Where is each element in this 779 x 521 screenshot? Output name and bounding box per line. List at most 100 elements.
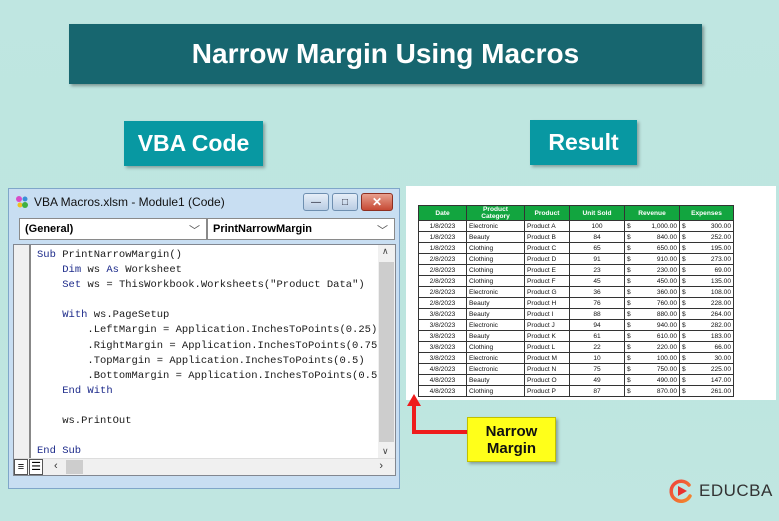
code-token: Worksheet [125,264,182,277]
table-cell: Product E [524,264,570,276]
code-token: .BottomMargin = Application.InchesToPoin… [37,369,384,382]
amount: 108.00 [710,288,731,296]
window-titlebar[interactable]: VBA Macros.xlsm - Module1 (Code) — □ ✕ [9,189,399,215]
scroll-down-icon[interactable]: ∨ [382,446,389,457]
currency-symbol: $ [682,376,686,384]
table-row: 1/8/2023 Beauty Product B 84 $840.00 $252.00 [418,231,734,243]
currency-symbol: $ [627,299,631,307]
table-cell: Clothing [466,264,525,276]
maximize-icon: □ [341,196,349,208]
table-cell: $195.00 [679,242,734,254]
code-line: .TopMargin = Application.InchesToPoints(… [37,354,384,369]
table-cell: 91 [569,253,625,265]
table-row: 1/8/2023 Electronic Product A 100 $1,000.00 $… [418,220,734,232]
table-row: 2/8/2023 Clothing Product D 91 $910.00 $273.0… [418,253,734,265]
amount: 360.00 [656,288,677,296]
procedure-dropdown[interactable]: PrintNarrowMargin ﹀ [207,218,395,240]
table-cell: $300.00 [679,220,734,232]
red-arrow-icon [407,394,467,434]
educba-logo: EDUCBA [668,478,773,504]
currency-symbol: $ [682,233,686,241]
table-cell: 22 [569,341,625,353]
table-cell: $220.00 [624,341,680,353]
table-row: 2/8/2023 Electronic Product G 36 $360.00 $108… [418,286,734,298]
amount: 228.00 [710,299,731,307]
full-module-view-icon[interactable]: ☰ [29,459,43,475]
object-dropdown[interactable]: (General) ﹀ [19,218,207,240]
chevron-down-icon: ﹀ [377,225,388,237]
minimize-button[interactable]: — [303,193,329,211]
table-cell: 2/8/2023 [418,275,467,287]
code-editor[interactable]: Sub PrintNarrowMargin() Dim ws As Worksh… [13,244,396,476]
horizontal-scrollbar[interactable]: ≡ ☰ ‹ › [14,458,395,475]
amount: 230.00 [656,266,677,274]
table-cell: $252.00 [679,231,734,243]
table-row: 3/8/2023 Beauty Product I 88 $880.00 $264.00 [418,308,734,320]
table-cell: $264.00 [679,308,734,320]
vertical-scrollbar[interactable]: ∧ ∨ [378,245,395,459]
table-cell: 3/8/2023 [418,308,467,320]
amount: 870.00 [656,387,677,395]
amount: 66.00 [714,343,731,351]
table-cell: Product O [524,374,570,386]
table-cell: 10 [569,352,625,364]
educba-logo-text: EDUCBA [699,481,773,500]
table-cell: 4/8/2023 [418,363,467,375]
currency-symbol: $ [682,277,686,285]
code-keyword: As [106,264,126,277]
table-cell: $760.00 [624,297,680,309]
table-cell: Product M [524,352,570,364]
scroll-thumb[interactable] [379,262,394,442]
amount: 610.00 [656,332,677,340]
table-cell: Beauty [466,231,525,243]
maximize-button[interactable]: □ [332,193,358,211]
table-cell: 49 [569,374,625,386]
currency-symbol: $ [627,376,631,384]
table-cell: $30.00 [679,352,734,364]
minimize-icon: — [311,196,321,208]
table-cell: Clothing [466,242,525,254]
scroll-left-icon[interactable]: ‹ [54,460,58,472]
close-button[interactable]: ✕ [361,193,393,211]
currency-symbol: $ [682,321,686,329]
amount: 69.00 [714,266,731,274]
table-cell: Clothing [466,253,525,265]
currency-symbol: $ [682,288,686,296]
narrow-margin-callout: Narrow Margin [467,417,556,462]
table-row: 2/8/2023 Clothing Product E 23 $230.00 $69.00 [418,264,734,276]
currency-symbol: $ [627,332,631,340]
table-cell: Clothing [466,341,525,353]
table-cell: 75 [569,363,625,375]
amount: 225.00 [710,365,731,373]
horizontal-scroll-thumb[interactable] [66,460,83,474]
amount: 880.00 [656,310,677,318]
table-cell: Product D [524,253,570,265]
close-icon: ✕ [371,195,383,209]
table-cell: Beauty [466,374,525,386]
code-text[interactable]: Sub PrintNarrowMargin() Dim ws As Worksh… [37,248,384,459]
scroll-up-icon[interactable]: ∧ [382,246,389,257]
table-cell: $108.00 [679,286,734,298]
scroll-right-icon[interactable]: › [379,460,383,472]
table-cell: Clothing [466,275,525,287]
currency-symbol: $ [627,310,631,318]
amount: 910.00 [656,255,677,263]
chevron-down-icon: ﹀ [189,225,200,237]
table-cell: $1,000.00 [624,220,680,232]
vba-app-icon [14,194,30,210]
table-row: 3/8/2023 Electronic Product J 94 $940.00 $282… [418,319,734,331]
table-cell: Electronic [466,220,525,232]
table-cell: 3/8/2023 [418,319,467,331]
table-cell: 100 [569,220,625,232]
amount: 840.00 [656,233,677,241]
code-keyword: Set [62,279,88,292]
table-cell: $870.00 [624,385,680,397]
table-row: 1/8/2023 Clothing Product C 65 $650.00 $195.0… [418,242,734,254]
currency-symbol: $ [627,288,631,296]
currency-symbol: $ [682,244,686,252]
table-cell: $910.00 [624,253,680,265]
code-token: .LeftMargin = Application.InchesToPoints… [37,324,378,337]
procedure-view-icon[interactable]: ≡ [14,459,28,475]
table-cell: 65 [569,242,625,254]
